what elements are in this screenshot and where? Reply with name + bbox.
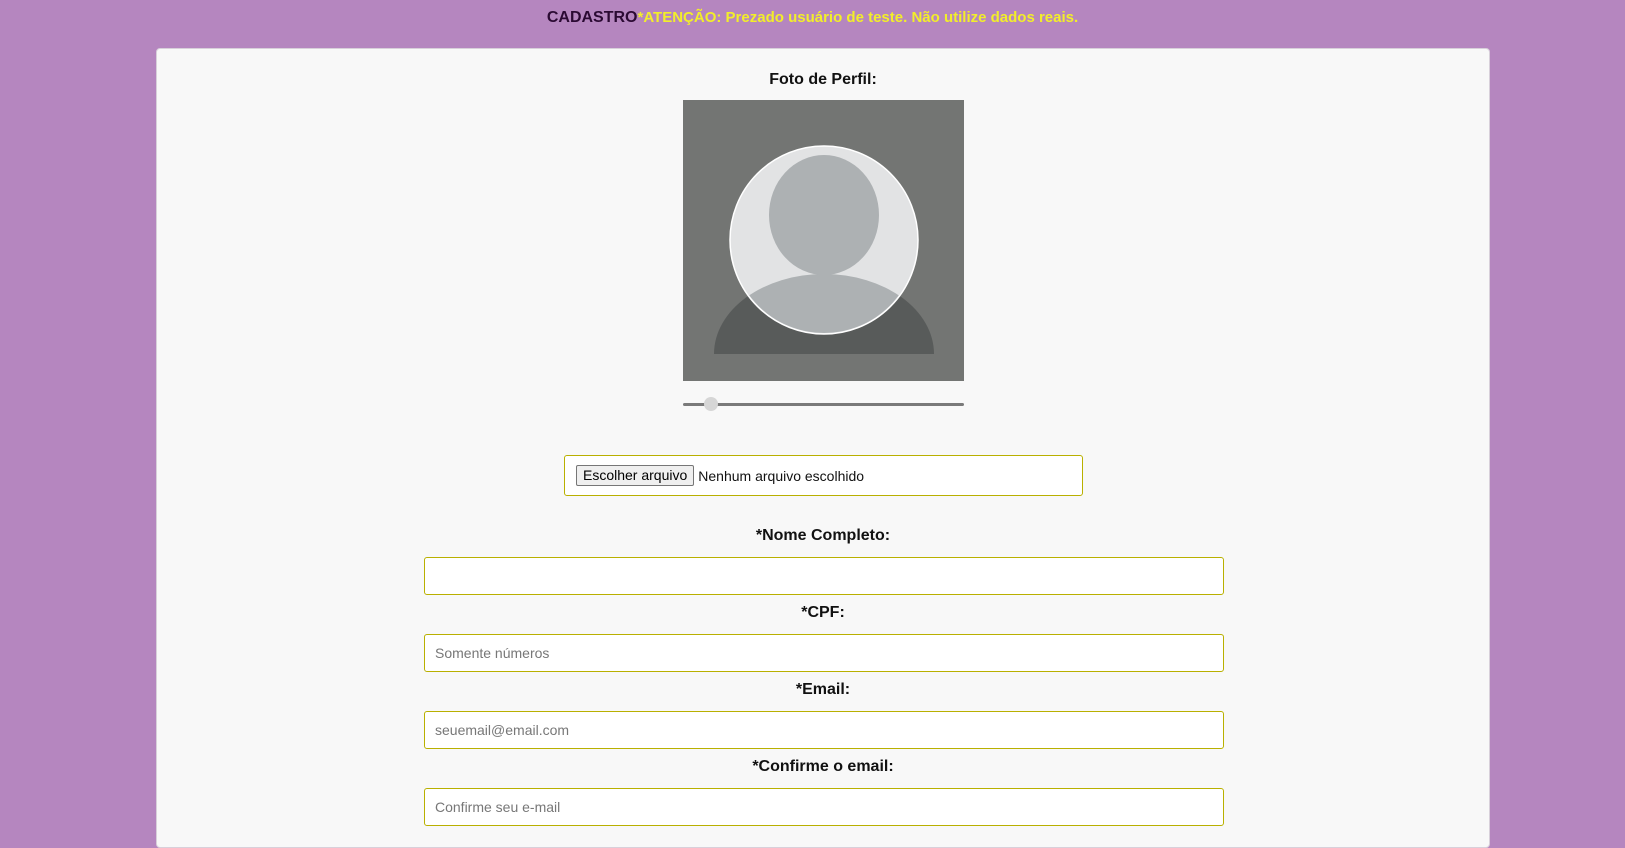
full-name-label: *Nome Completo: — [755, 527, 891, 544]
profile-photo-preview — [683, 100, 964, 381]
profile-photo-label: Foto de Perfil: — [769, 71, 877, 88]
email-input[interactable] — [424, 711, 1224, 749]
zoom-slider-track — [683, 403, 964, 406]
user-silhouette-icon — [683, 100, 964, 381]
test-data-warning: *ATENÇÃO: Prezado usuário de teste. Não … — [637, 9, 1079, 26]
confirm-email-label: *Confirme o email: — [752, 758, 894, 775]
cpf-input[interactable] — [424, 634, 1224, 672]
page-title: CADASTRO — [546, 9, 638, 26]
cpf-label: *CPF: — [801, 604, 845, 621]
page-header: CADASTRO*ATENÇÃO: Prezado usuário de tes… — [0, 9, 1625, 27]
file-status-text: Nenhum arquivo escolhido — [698, 467, 865, 484]
photo-zoom-slider[interactable] — [683, 396, 964, 412]
confirm-email-input[interactable] — [424, 788, 1224, 826]
photo-file-input[interactable]: Escolher arquivo Nenhum arquivo escolhid… — [564, 455, 1083, 496]
choose-file-button[interactable]: Escolher arquivo — [576, 465, 695, 486]
zoom-slider-thumb[interactable] — [704, 397, 719, 411]
email-label: *Email: — [795, 681, 851, 698]
registration-form: Foto de Perfil: Escolher arquivo Nenhum … — [156, 48, 1490, 848]
full-name-input[interactable] — [424, 557, 1224, 595]
